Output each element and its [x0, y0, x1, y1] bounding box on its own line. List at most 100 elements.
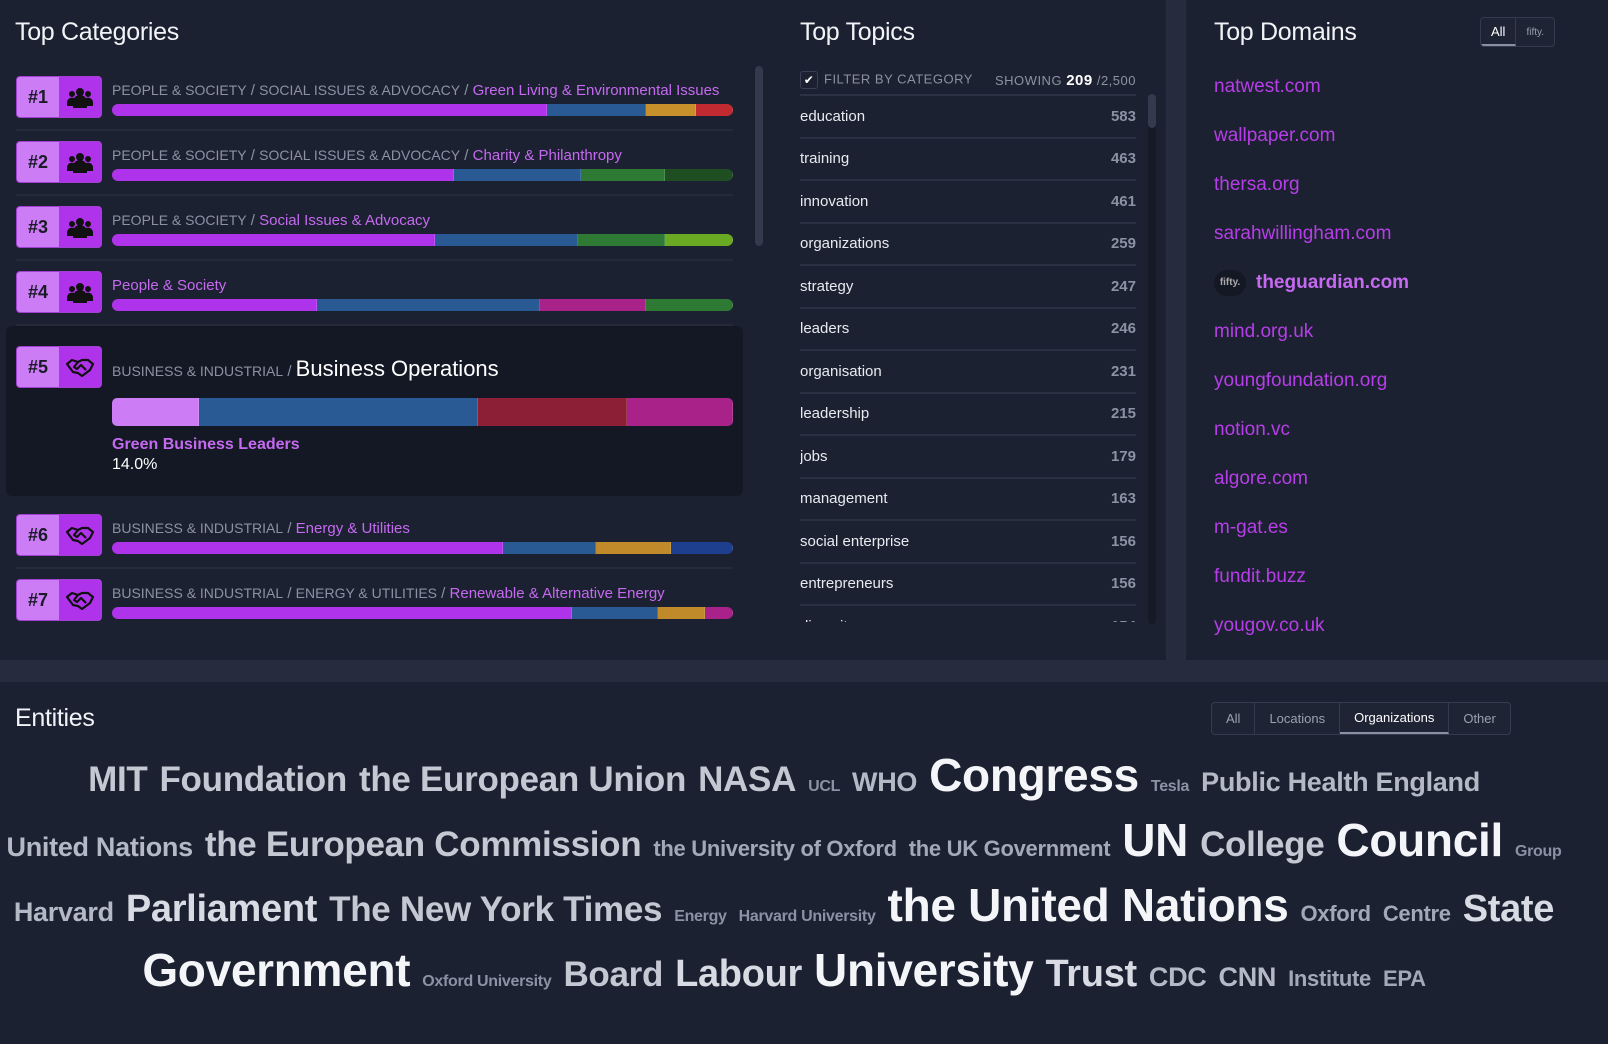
path-segment[interactable]: Social Issues & Advocacy [259, 82, 460, 98]
entity-tab[interactable]: Other [1449, 703, 1510, 734]
bar-segment[interactable] [112, 607, 572, 619]
topic-row[interactable]: jobs 179 [800, 436, 1136, 479]
entity-word[interactable]: Foundation [159, 760, 347, 800]
bar-segment[interactable] [646, 299, 733, 311]
bar-segment[interactable] [664, 234, 733, 246]
domain-filter-tab[interactable]: fifty. [1516, 18, 1554, 46]
bar-segment[interactable] [577, 234, 665, 246]
category-row[interactable]: #7 Business & Industrial / Energy & Utili… [16, 569, 733, 622]
entity-word[interactable]: Labour [675, 953, 802, 996]
entity-word[interactable]: State [1463, 888, 1555, 931]
domain-link[interactable]: m-gat.es [1214, 503, 1409, 552]
bar-segment[interactable] [112, 542, 504, 554]
bar-segment[interactable] [670, 542, 733, 554]
domain-link[interactable]: thersa.org [1214, 160, 1409, 209]
category-breakdown-bar[interactable] [112, 398, 733, 426]
domain-link[interactable]: yougov.co.uk [1214, 601, 1409, 650]
bar-segment[interactable] [316, 299, 541, 311]
bar-segment[interactable] [198, 398, 479, 426]
category-row[interactable]: #4 People & Society [16, 261, 733, 326]
category-name[interactable]: Charity & Philanthropy [473, 147, 622, 164]
scroll-thumb[interactable] [1148, 94, 1156, 128]
bar-segment[interactable] [540, 299, 647, 311]
entity-word[interactable]: College [1200, 825, 1325, 865]
path-segment[interactable]: People & Society [112, 147, 247, 163]
entity-word[interactable]: UN [1122, 813, 1188, 867]
topic-row[interactable]: leadership 215 [800, 394, 1136, 436]
bar-segment[interactable] [580, 169, 665, 181]
category-row[interactable]: #3 People & Society / Social Issues & Adv… [16, 196, 733, 261]
entity-word[interactable]: the United Nations [888, 878, 1289, 932]
entity-word[interactable]: Trust [1045, 953, 1137, 996]
domain-link[interactable]: youngfoundation.org [1214, 356, 1409, 405]
entity-word[interactable]: Government [142, 943, 410, 997]
category-name[interactable]: Business Operations [296, 356, 499, 381]
topic-row[interactable]: training 463 [800, 139, 1136, 181]
bar-segment[interactable] [478, 398, 628, 426]
entity-word[interactable]: Council [1336, 813, 1503, 867]
path-segment[interactable]: People & Society [112, 82, 247, 98]
entity-word[interactable]: Oxford [1301, 901, 1372, 927]
category-breakdown-bar[interactable] [112, 234, 733, 246]
bar-segment[interactable] [112, 234, 435, 246]
path-segment[interactable]: Business & Industrial [112, 520, 283, 536]
domain-link[interactable]: notion.vc [1214, 405, 1409, 454]
category-name[interactable]: Energy & Utilities [296, 520, 410, 537]
bar-segment[interactable] [546, 104, 647, 116]
category-name[interactable]: Renewable & Alternative Energy [450, 585, 665, 602]
entity-word[interactable]: MIT [88, 760, 148, 800]
entity-word[interactable]: Public Health England [1201, 767, 1480, 798]
bar-segment[interactable] [112, 299, 317, 311]
topics-scrollbar[interactable] [1148, 94, 1156, 624]
bar-segment[interactable] [705, 607, 733, 619]
bar-segment[interactable] [503, 542, 597, 554]
entity-word[interactable]: Harvard [14, 897, 114, 928]
bar-segment[interactable] [664, 169, 733, 181]
domain-link[interactable]: natwest.com [1214, 62, 1409, 111]
category-row[interactable]: #5 Business & Industrial / Business Opera… [6, 326, 743, 496]
entity-word[interactable]: NASA [698, 760, 796, 800]
domain-link[interactable]: sarahwillingham.com [1214, 209, 1409, 258]
bar-segment[interactable] [571, 607, 659, 619]
topic-row[interactable]: entrepreneurs 156 [800, 564, 1136, 606]
bar-segment[interactable] [453, 169, 581, 181]
entity-word[interactable]: the European Commission [205, 825, 642, 865]
checkbox-checked-icon[interactable]: ✔ [800, 71, 818, 89]
topic-row[interactable]: leaders 246 [800, 309, 1136, 351]
entity-tab[interactable]: Organizations [1340, 703, 1450, 734]
topic-row[interactable]: innovation 461 [800, 181, 1136, 224]
entity-word[interactable]: UCL [808, 778, 840, 796]
category-breakdown-bar[interactable] [112, 542, 733, 554]
category-breakdown-bar[interactable] [112, 299, 733, 311]
bar-segment[interactable] [596, 542, 671, 554]
entity-word[interactable]: CNN [1219, 962, 1277, 993]
entity-word[interactable]: Centre [1383, 901, 1451, 927]
category-row[interactable]: #6 Business & Industrial / Energy & Utili… [16, 504, 733, 569]
domain-link[interactable]: fifty. theguardian.com [1214, 258, 1409, 307]
entity-word[interactable]: Parliament [126, 888, 318, 931]
entity-tab[interactable]: Locations [1255, 703, 1341, 734]
categories-scrollbar[interactable] [755, 66, 763, 246]
entity-word[interactable]: Board [563, 955, 663, 995]
entity-word[interactable]: CDC [1149, 962, 1207, 993]
bar-segment[interactable] [627, 398, 733, 426]
domain-filter-tab[interactable]: All [1481, 18, 1517, 46]
bar-segment[interactable] [112, 169, 454, 181]
entity-word[interactable]: Tesla [1151, 778, 1190, 796]
entity-word[interactable]: The New York Times [329, 890, 662, 930]
entity-word[interactable]: the University of Oxford [653, 836, 897, 862]
entity-word[interactable]: University [814, 943, 1034, 997]
bar-segment[interactable] [112, 104, 547, 116]
domain-link[interactable]: wallpaper.com [1214, 111, 1409, 160]
category-breakdown-bar[interactable] [112, 169, 733, 181]
entity-word[interactable]: the UK Government [909, 836, 1111, 862]
topic-row[interactable]: strategy 247 [800, 266, 1136, 309]
entity-word[interactable]: WHO [852, 767, 917, 798]
entity-word[interactable]: Congress [929, 748, 1139, 802]
filter-by-category[interactable]: ✔ FILTER BY CATEGORY [800, 71, 973, 89]
category-row[interactable]: #2 People & Society / Social Issues & Adv… [16, 131, 733, 196]
category-name[interactable]: Green Living & Environmental Issues [473, 82, 720, 99]
entity-word[interactable]: Institute [1288, 966, 1371, 992]
path-segment[interactable]: People & Society [112, 212, 247, 228]
category-name[interactable]: People & Society [112, 277, 226, 294]
